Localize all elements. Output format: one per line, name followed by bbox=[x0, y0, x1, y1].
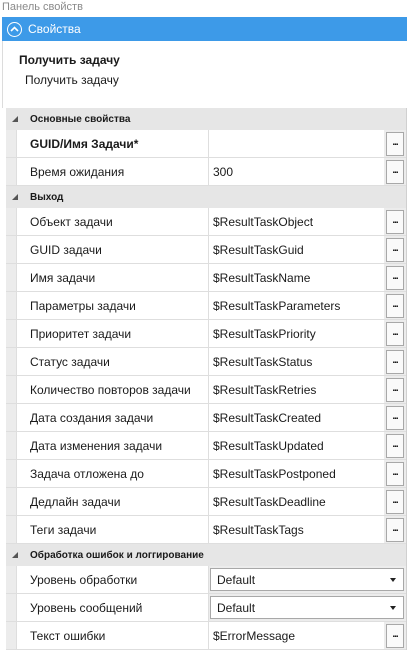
property-row[interactable]: Объект задачи $ResultTaskObject ... bbox=[6, 208, 406, 236]
property-row[interactable]: Количество повторов задачи $ResultTaskRe… bbox=[6, 376, 406, 404]
ellipsis-button[interactable]: ... bbox=[386, 378, 404, 402]
property-row[interactable]: Теги задачи $ResultTaskTags ... bbox=[6, 516, 406, 544]
property-row[interactable]: Статус задачи $ResultTaskStatus ... bbox=[6, 348, 406, 376]
ellipsis-button[interactable]: ... bbox=[386, 624, 404, 648]
task-subtitle: Получить задачу bbox=[25, 73, 119, 87]
ellipsis-button[interactable]: ... bbox=[386, 132, 404, 156]
property-name: Объект задачи bbox=[16, 208, 209, 235]
panel-caption: Панель свойств bbox=[2, 1, 83, 13]
collapse-triangle-icon[interactable] bbox=[12, 116, 18, 122]
ellipsis-button[interactable]: ... bbox=[386, 462, 404, 486]
property-name: Время ожидания bbox=[16, 158, 209, 185]
category-main[interactable]: Основные свойства bbox=[6, 108, 406, 130]
property-name: Количество повторов задачи bbox=[16, 376, 209, 403]
ellipsis-button[interactable]: ... bbox=[386, 350, 404, 374]
property-name: Параметры задачи bbox=[16, 292, 209, 319]
property-name: Статус задачи bbox=[16, 348, 209, 375]
caret-down-icon bbox=[390, 577, 396, 582]
property-row[interactable]: Дедлайн задачи $ResultTaskDeadline ... bbox=[6, 488, 406, 516]
property-row[interactable]: GUID/Имя Задачи* ... bbox=[6, 130, 406, 158]
property-name: Дата создания задачи bbox=[16, 404, 209, 431]
message-level-select[interactable]: Default bbox=[210, 596, 404, 619]
property-row[interactable]: GUID задачи $ResultTaskGuid ... bbox=[6, 236, 406, 264]
property-value-input[interactable]: 300 bbox=[209, 158, 384, 185]
property-value-input[interactable]: $ResultTaskPostponed bbox=[209, 460, 384, 487]
select-value: Default bbox=[217, 572, 256, 587]
property-row[interactable]: Уровень обработки Default bbox=[6, 566, 406, 594]
category-output[interactable]: Выход bbox=[6, 186, 406, 208]
category-label: Обработка ошибок и логгирование bbox=[30, 549, 204, 561]
property-value-input[interactable]: $ResultTaskRetries bbox=[209, 376, 384, 403]
ellipsis-button[interactable]: ... bbox=[386, 434, 404, 458]
ellipsis-button[interactable]: ... bbox=[386, 210, 404, 234]
property-name: Текст ошибки bbox=[16, 622, 209, 649]
property-row[interactable]: Имя задачи $ResultTaskName ... bbox=[6, 264, 406, 292]
property-name: Задача отложена до bbox=[16, 460, 209, 487]
property-value-input[interactable]: $ResultTaskDeadline bbox=[209, 488, 384, 515]
property-row[interactable]: Приоритет задачи $ResultTaskPriority ... bbox=[6, 320, 406, 348]
property-value-input[interactable]: $ResultTaskUpdated bbox=[209, 432, 384, 459]
property-row[interactable]: Уровень сообщений Default bbox=[6, 594, 406, 622]
ellipsis-button[interactable]: ... bbox=[386, 266, 404, 290]
property-value-input[interactable]: $ErrorMessage bbox=[209, 622, 384, 649]
category-label: Выход bbox=[30, 191, 64, 203]
select-value: Default bbox=[217, 600, 256, 615]
property-value-input[interactable]: $ResultTaskObject bbox=[209, 208, 384, 235]
property-name: GUID/Имя Задачи* bbox=[16, 130, 209, 157]
property-name: Имя задачи bbox=[16, 264, 209, 291]
property-name: Уровень обработки bbox=[16, 566, 209, 593]
property-row[interactable]: Дата создания задачи $ResultTaskCreated … bbox=[6, 404, 406, 432]
property-row[interactable]: Параметры задачи $ResultTaskParameters .… bbox=[6, 292, 406, 320]
property-name: Дата изменения задачи bbox=[16, 432, 209, 459]
property-value-input[interactable]: $ResultTaskCreated bbox=[209, 404, 384, 431]
property-value-input[interactable]: $ResultTaskPriority bbox=[209, 320, 384, 347]
ellipsis-button[interactable]: ... bbox=[386, 406, 404, 430]
chevron-up-circle-icon[interactable] bbox=[7, 21, 22, 37]
caret-down-icon bbox=[390, 605, 396, 610]
property-name: Уровень сообщений bbox=[16, 594, 209, 621]
property-row[interactable]: Задача отложена до $ResultTaskPostponed … bbox=[6, 460, 406, 488]
property-value-input[interactable]: $ResultTaskTags bbox=[209, 516, 384, 543]
property-grid: Основные свойства GUID/Имя Задачи* ... В… bbox=[6, 108, 407, 650]
category-label: Основные свойства bbox=[30, 113, 131, 125]
ellipsis-button[interactable]: ... bbox=[386, 160, 404, 184]
ellipsis-button[interactable]: ... bbox=[386, 238, 404, 262]
ellipsis-button[interactable]: ... bbox=[386, 518, 404, 542]
property-name: Приоритет задачи bbox=[16, 320, 209, 347]
property-row[interactable]: Время ожидания 300 ... bbox=[6, 158, 406, 186]
property-value-input[interactable]: $ResultTaskStatus bbox=[209, 348, 384, 375]
property-name: Дедлайн задачи bbox=[16, 488, 209, 515]
property-value-input[interactable]: $ResultTaskName bbox=[209, 264, 384, 291]
header-title: Свойства bbox=[28, 22, 81, 36]
property-value-input[interactable] bbox=[209, 130, 384, 157]
task-info: Получить задачу Получить задачу bbox=[2, 41, 407, 108]
collapse-triangle-icon[interactable] bbox=[12, 194, 18, 200]
property-name: GUID задачи bbox=[16, 236, 209, 263]
category-errors[interactable]: Обработка ошибок и логгирование bbox=[6, 544, 406, 566]
task-title: Получить задачу bbox=[19, 53, 120, 67]
collapse-triangle-icon[interactable] bbox=[12, 552, 18, 558]
property-row[interactable]: Текст ошибки $ErrorMessage ... bbox=[6, 622, 406, 650]
property-row[interactable]: Дата изменения задачи $ResultTaskUpdated… bbox=[6, 432, 406, 460]
handling-level-select[interactable]: Default bbox=[210, 568, 404, 591]
property-name: Теги задачи bbox=[16, 516, 209, 543]
properties-header[interactable]: Свойства bbox=[2, 17, 407, 41]
property-value-input[interactable]: $ResultTaskGuid bbox=[209, 236, 384, 263]
property-value-input[interactable]: $ResultTaskParameters bbox=[209, 292, 384, 319]
ellipsis-button[interactable]: ... bbox=[386, 490, 404, 514]
ellipsis-button[interactable]: ... bbox=[386, 322, 404, 346]
ellipsis-button[interactable]: ... bbox=[386, 294, 404, 318]
